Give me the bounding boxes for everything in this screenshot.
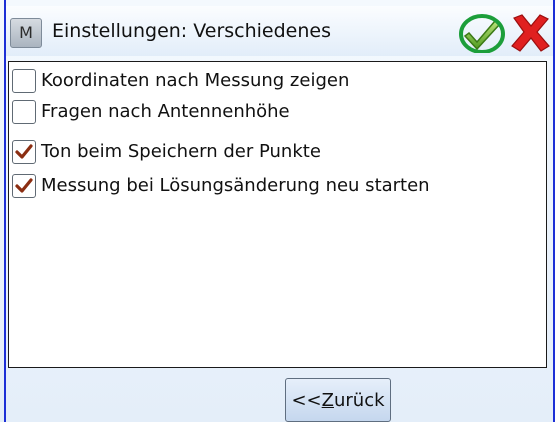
settings-window: M Einstellungen: Verschiedenes Koordinat… [0, 0, 555, 422]
options-panel: Koordinaten nach Messung zeigen Fragen n… [8, 61, 547, 368]
option-label: Koordinaten nach Messung zeigen [41, 70, 350, 91]
checkmark-icon [15, 144, 33, 159]
back-button[interactable]: <<Zurück [285, 378, 391, 422]
checkmark-icon [459, 14, 505, 54]
option-antennenhoehe[interactable]: Fragen nach Antennenhöhe [12, 98, 532, 126]
window-frame-left [4, 0, 6, 422]
close-icon [511, 14, 550, 52]
option-label: Ton beim Speichern der Punkte [41, 141, 321, 162]
ok-button[interactable] [459, 13, 505, 54]
back-button-prefix: << [291, 390, 322, 411]
option-messung-neustart[interactable]: Messung bei Lösungsänderung neu starten [12, 172, 532, 200]
checkmark-icon [15, 178, 33, 193]
option-koordinaten[interactable]: Koordinaten nach Messung zeigen [12, 67, 532, 95]
option-label: Messung bei Lösungsänderung neu starten [41, 175, 430, 196]
checkbox-checked[interactable] [12, 140, 36, 164]
checkbox-unchecked[interactable] [12, 69, 36, 93]
window-title: Einstellungen: Verschiedenes [52, 20, 331, 42]
option-label: Fragen nach Antennenhöhe [41, 101, 290, 122]
menu-button[interactable]: M [10, 18, 42, 48]
checkbox-checked[interactable] [12, 174, 36, 198]
back-button-label: urück [333, 390, 385, 411]
cancel-button[interactable] [508, 13, 553, 53]
checkbox-unchecked[interactable] [12, 100, 36, 124]
option-ton-speichern[interactable]: Ton beim Speichern der Punkte [12, 138, 532, 166]
back-button-mnemonic: Z [321, 390, 334, 411]
